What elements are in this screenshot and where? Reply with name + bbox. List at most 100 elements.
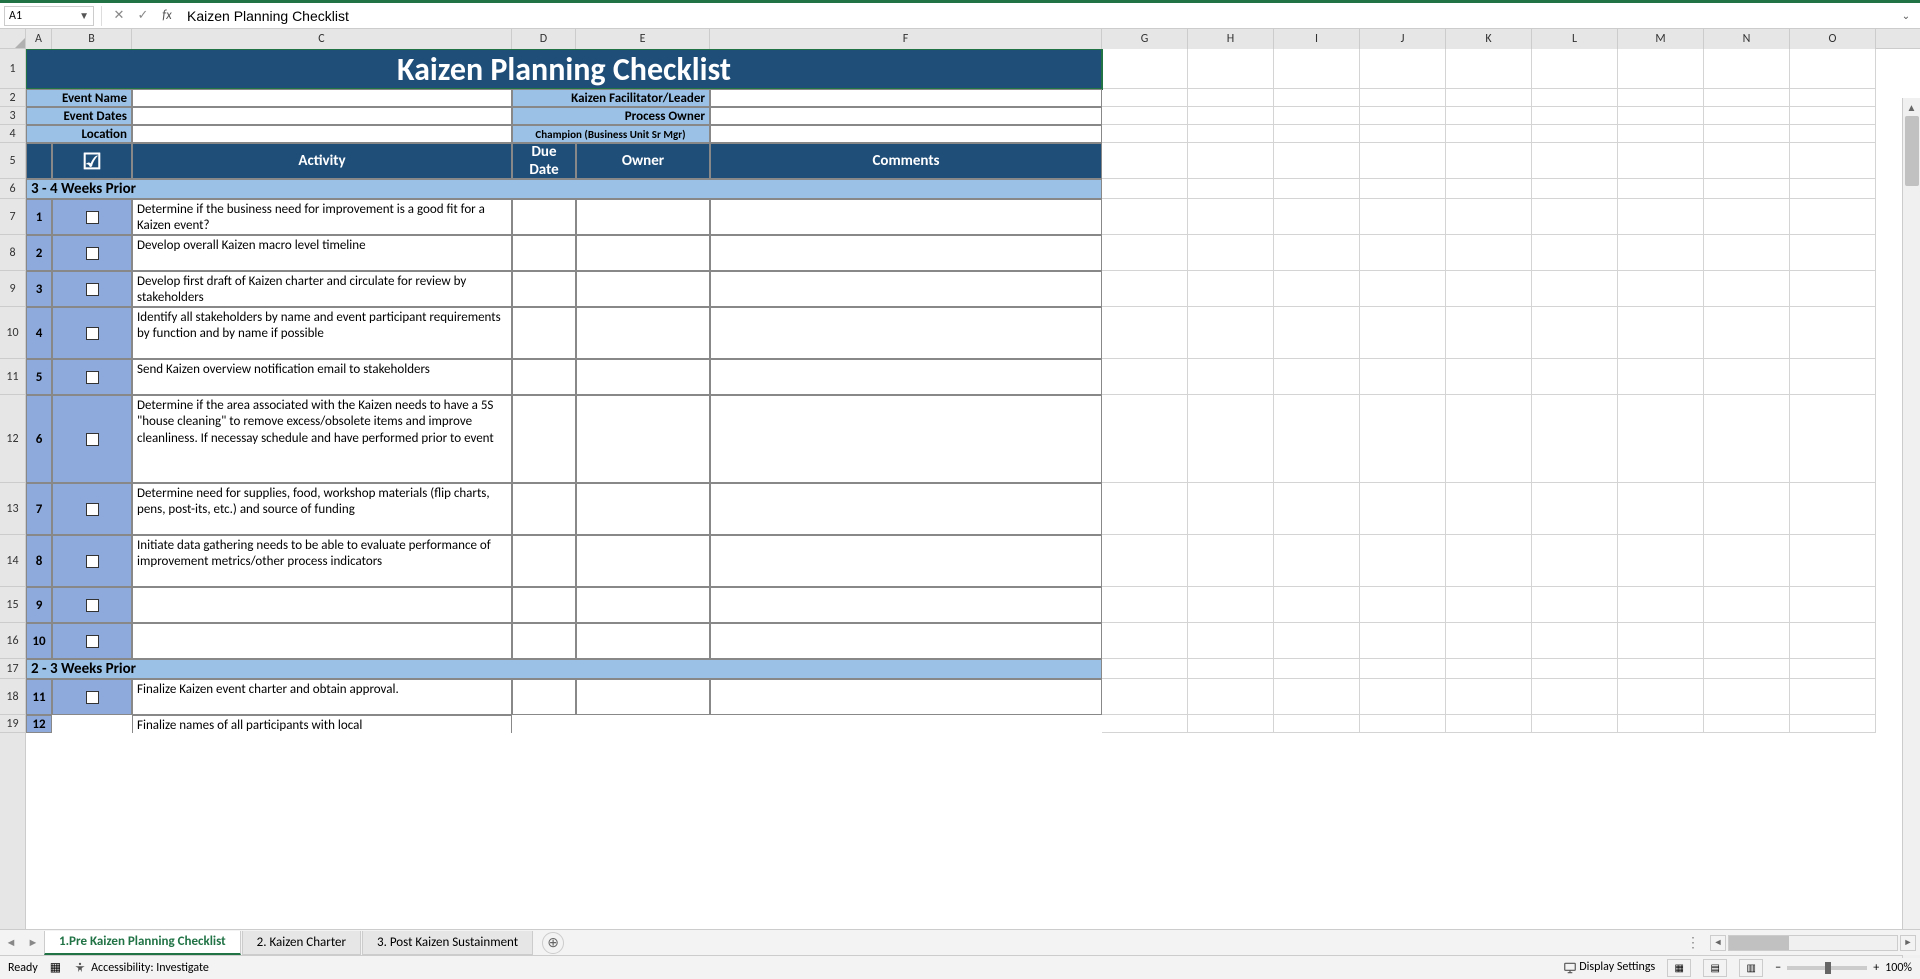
empty-cell[interactable]: [1188, 143, 1274, 179]
empty-cell[interactable]: [1532, 359, 1618, 395]
activity-cell[interactable]: Finalize Kaizen event charter and obtain…: [132, 679, 512, 715]
empty-cell[interactable]: [1618, 89, 1704, 107]
column-header[interactable]: J: [1360, 29, 1446, 49]
empty-cell[interactable]: [1704, 199, 1790, 235]
empty-cell[interactable]: [1704, 623, 1790, 659]
comments-cell[interactable]: [710, 587, 1102, 623]
empty-cell[interactable]: [1532, 395, 1618, 483]
row-header[interactable]: 18: [0, 679, 25, 715]
empty-cell[interactable]: [1102, 679, 1188, 715]
empty-cell[interactable]: [1446, 89, 1532, 107]
column-header[interactable]: H: [1188, 29, 1274, 49]
empty-cell[interactable]: [1102, 587, 1188, 623]
activity-cell[interactable]: Develop overall Kaizen macro level timel…: [132, 235, 512, 271]
row-header[interactable]: 12: [0, 395, 25, 483]
empty-cell[interactable]: [1360, 125, 1446, 143]
empty-cell[interactable]: [1618, 587, 1704, 623]
accept-formula-icon[interactable]: ✓: [133, 6, 153, 26]
activity-cell[interactable]: Initiate data gathering needs to be able…: [132, 535, 512, 587]
empty-cell[interactable]: [1790, 659, 1876, 679]
row-header[interactable]: 5: [0, 143, 25, 179]
column-header[interactable]: F: [710, 29, 1102, 49]
column-header[interactable]: L: [1532, 29, 1618, 49]
empty-cell[interactable]: [1704, 679, 1790, 715]
chevron-down-icon[interactable]: ▼: [79, 9, 89, 22]
empty-cell[interactable]: [1790, 199, 1876, 235]
empty-cell[interactable]: [1790, 623, 1876, 659]
row-header[interactable]: 6: [0, 179, 25, 199]
due-date-cell[interactable]: [512, 587, 576, 623]
checkbox[interactable]: [52, 483, 132, 535]
due-date-cell[interactable]: [512, 679, 576, 715]
empty-cell[interactable]: [1704, 235, 1790, 271]
comments-cell[interactable]: [710, 199, 1102, 235]
empty-cell[interactable]: [1790, 107, 1876, 125]
comments-cell[interactable]: [710, 483, 1102, 535]
empty-cell[interactable]: [1790, 143, 1876, 179]
empty-cell[interactable]: [1790, 307, 1876, 359]
empty-cell[interactable]: [1102, 235, 1188, 271]
empty-cell[interactable]: [1532, 659, 1618, 679]
empty-cell[interactable]: [1360, 307, 1446, 359]
empty-cell[interactable]: [1532, 107, 1618, 125]
empty-cell[interactable]: [1446, 623, 1532, 659]
display-settings-button[interactable]: Display Settings: [1563, 960, 1656, 974]
add-sheet-button[interactable]: ⊕: [542, 932, 564, 954]
owner-cell[interactable]: [576, 307, 710, 359]
empty-cell[interactable]: [1790, 271, 1876, 307]
column-headers[interactable]: ABCDEFGHIJKLMNO: [26, 29, 1920, 49]
row-header[interactable]: 11: [0, 359, 25, 395]
tab-split-icon[interactable]: ⋮: [1686, 934, 1702, 951]
empty-cell[interactable]: [1274, 395, 1360, 483]
row-header[interactable]: 14: [0, 535, 25, 587]
empty-cell[interactable]: [1446, 235, 1532, 271]
empty-cell[interactable]: [1790, 587, 1876, 623]
empty-cell[interactable]: [1274, 587, 1360, 623]
empty-cell[interactable]: [1532, 271, 1618, 307]
empty-cell[interactable]: [1532, 483, 1618, 535]
empty-cell[interactable]: [1274, 359, 1360, 395]
empty-cell[interactable]: [1188, 199, 1274, 235]
column-header[interactable]: I: [1274, 29, 1360, 49]
empty-cell[interactable]: [1102, 49, 1188, 89]
empty-cell[interactable]: [1532, 199, 1618, 235]
normal-view-icon[interactable]: ▦: [1667, 959, 1691, 977]
empty-cell[interactable]: [1704, 535, 1790, 587]
sheet-tab[interactable]: 2. Kaizen Charter: [242, 931, 361, 955]
activity-cell[interactable]: Determine if the business need for impro…: [132, 199, 512, 235]
empty-cell[interactable]: [1360, 659, 1446, 679]
empty-cell[interactable]: [1102, 483, 1188, 535]
empty-cell[interactable]: [1704, 395, 1790, 483]
empty-cell[interactable]: [1188, 395, 1274, 483]
empty-cell[interactable]: [1188, 125, 1274, 143]
input-champion[interactable]: [710, 125, 1102, 143]
empty-cell[interactable]: [1532, 89, 1618, 107]
accessibility-status[interactable]: Accessibility: Investigate: [73, 961, 209, 975]
empty-cell[interactable]: [1274, 49, 1360, 89]
owner-cell[interactable]: [576, 359, 710, 395]
empty-cell[interactable]: [1446, 587, 1532, 623]
empty-cell[interactable]: [1618, 49, 1704, 89]
empty-cell[interactable]: [1102, 535, 1188, 587]
empty-cell[interactable]: [1102, 107, 1188, 125]
fx-icon[interactable]: fx: [157, 6, 177, 26]
empty-cell[interactable]: [1188, 715, 1274, 733]
column-header[interactable]: M: [1618, 29, 1704, 49]
empty-cell[interactable]: [1618, 679, 1704, 715]
empty-cell[interactable]: [1274, 89, 1360, 107]
empty-cell[interactable]: [1360, 587, 1446, 623]
empty-cell[interactable]: [1102, 715, 1188, 733]
empty-cell[interactable]: [1790, 395, 1876, 483]
horizontal-scrollbar[interactable]: ⋮ ◄ ►: [564, 934, 1920, 951]
empty-cell[interactable]: [1102, 359, 1188, 395]
empty-cell[interactable]: [1446, 359, 1532, 395]
row-header[interactable]: 17: [0, 659, 25, 679]
zoom-control[interactable]: − + 100%: [1775, 961, 1912, 975]
empty-cell[interactable]: [1274, 125, 1360, 143]
empty-cell[interactable]: [1618, 359, 1704, 395]
empty-cell[interactable]: [1274, 715, 1360, 733]
empty-cell[interactable]: [1790, 179, 1876, 199]
empty-cell[interactable]: [1360, 395, 1446, 483]
tab-nav-prev-icon[interactable]: ◄: [2, 933, 20, 953]
empty-cell[interactable]: [1618, 125, 1704, 143]
